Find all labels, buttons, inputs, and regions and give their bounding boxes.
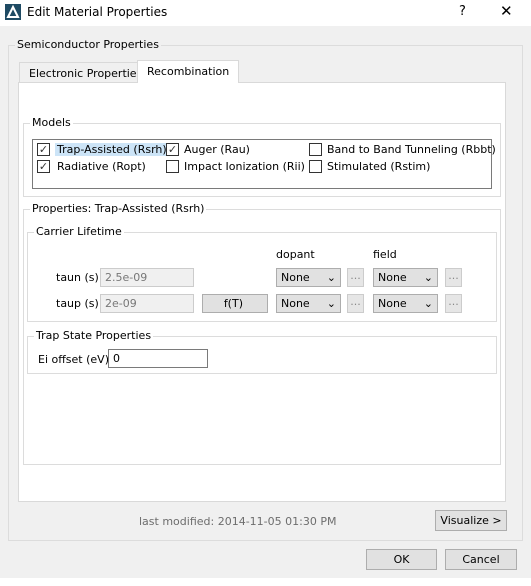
select-value: None [378, 271, 407, 284]
checkbox-band-to-band[interactable]: Band to Band Tunneling (Rbbt) [309, 143, 496, 156]
tab-recombination[interactable]: Recombination [137, 60, 240, 83]
select-value: None [378, 297, 407, 310]
taup-dopant-more-button[interactable]: ... [347, 294, 364, 313]
close-button[interactable]: ✕ [500, 2, 513, 20]
check-icon: ✓ [37, 160, 50, 173]
group-label: Properties: Trap-Assisted (Rsrh) [30, 202, 207, 215]
taun-dopant-more-button[interactable]: ... [347, 268, 364, 287]
window-title: Edit Material Properties [27, 5, 168, 19]
chevron-down-icon: ⌄ [423, 271, 433, 284]
checkbox-box [309, 160, 322, 173]
checkbox-label: Stimulated (Rstim) [327, 160, 431, 173]
chevron-down-icon: ⌄ [326, 271, 336, 284]
taun-field-select[interactable]: None ⌄ [373, 268, 438, 287]
taup-dopant-select[interactable]: None ⌄ [276, 294, 341, 313]
title-bar: Edit Material Properties ? ✕ [0, 0, 531, 26]
select-value: None [281, 297, 310, 310]
select-value: None [281, 271, 310, 284]
checkbox-radiative[interactable]: ✓ Radiative (Ropt) [37, 160, 148, 173]
taup-label: taup (s) [56, 297, 99, 310]
last-modified: last modified: 2014-11-05 01:30 PM [139, 515, 337, 528]
checkbox-label: Trap-Assisted (Rsrh) [55, 143, 169, 156]
checkbox-auger[interactable]: ✓ Auger (Rau) [166, 143, 250, 156]
check-icon: ✓ [166, 143, 179, 156]
checkbox-trap-assisted[interactable]: ✓ Trap-Assisted (Rsrh) [37, 143, 169, 156]
taup-field-select[interactable]: None ⌄ [373, 294, 438, 313]
taun-input[interactable]: 2.5e-09 [100, 268, 194, 287]
taup-input[interactable]: 2e-09 [100, 294, 194, 313]
checkbox-box [309, 143, 322, 156]
chevron-down-icon: ⌄ [423, 297, 433, 310]
group-label: Semiconductor Properties [15, 38, 161, 51]
ei-offset-label: Ei offset (eV) [38, 353, 109, 366]
checkbox-label: Band to Band Tunneling (Rbbt) [327, 143, 496, 156]
taun-field-more-button[interactable]: ... [445, 268, 462, 287]
ok-button[interactable]: OK [366, 549, 437, 570]
group-label: Carrier Lifetime [34, 225, 124, 238]
help-button[interactable]: ? [459, 4, 466, 19]
cancel-button[interactable]: Cancel [445, 549, 517, 570]
dopant-header: dopant [276, 248, 315, 261]
group-label: Trap State Properties [34, 329, 154, 342]
taun-dopant-select[interactable]: None ⌄ [276, 268, 341, 287]
taun-label: taun (s) [56, 271, 99, 284]
checkbox-label: Impact Ionization (Rii) [184, 160, 305, 173]
checkbox-label: Auger (Rau) [184, 143, 250, 156]
chevron-down-icon: ⌄ [326, 297, 336, 310]
visualize-button[interactable]: Visualize > [435, 510, 507, 531]
taup-ft-button[interactable]: f(T) [202, 294, 268, 313]
tab-electronic-properties[interactable]: Electronic Properties [19, 62, 153, 82]
checkbox-box [166, 160, 179, 173]
app-logo-icon [5, 4, 21, 20]
field-header: field [373, 248, 397, 261]
group-label: Models [30, 116, 73, 129]
checkbox-stimulated[interactable]: Stimulated (Rstim) [309, 160, 430, 173]
checkbox-impact-ionization[interactable]: Impact Ionization (Rii) [166, 160, 305, 173]
checkbox-label: Radiative (Ropt) [57, 160, 146, 173]
check-icon: ✓ [37, 143, 50, 156]
ei-offset-input[interactable]: 0 [108, 349, 208, 368]
taup-field-more-button[interactable]: ... [445, 294, 462, 313]
